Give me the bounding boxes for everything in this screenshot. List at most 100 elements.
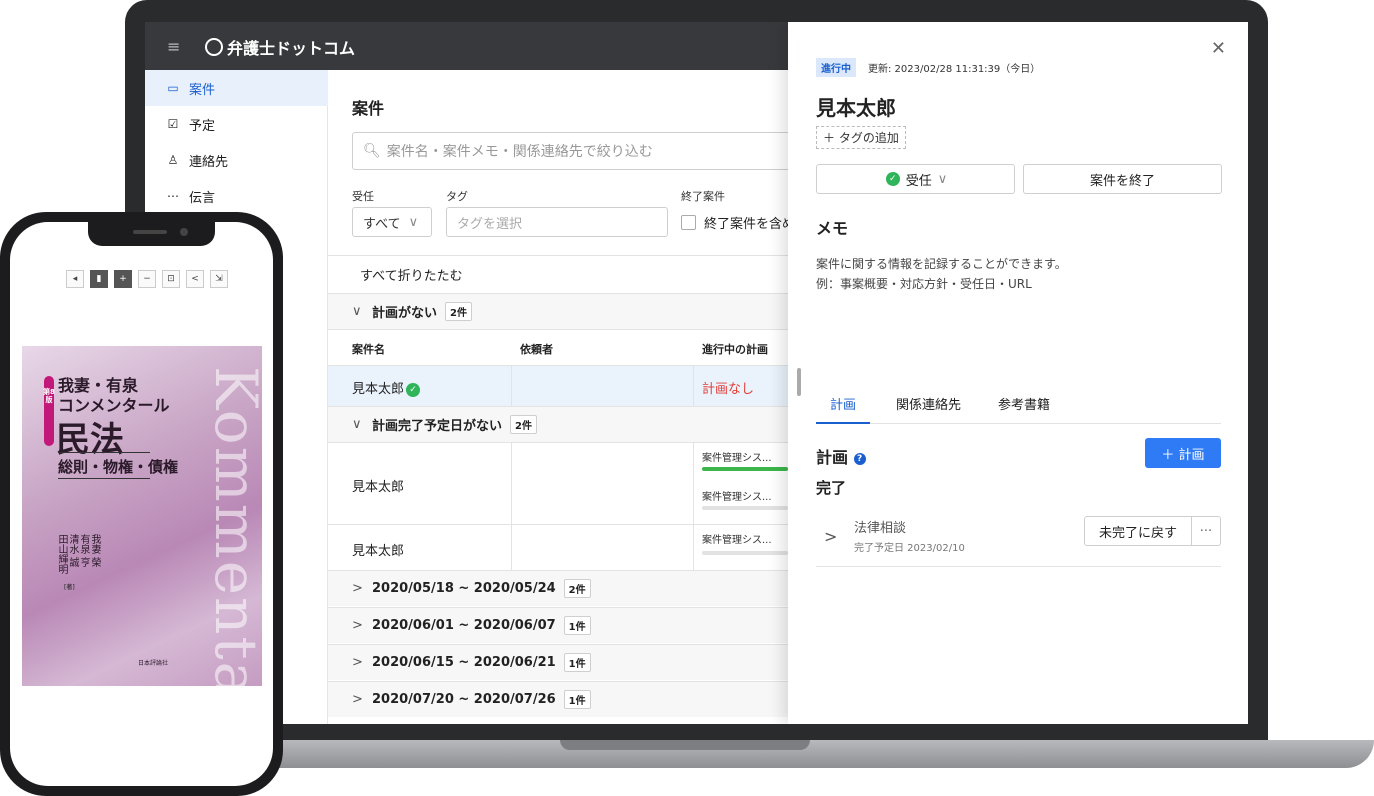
logo-mark-icon <box>205 38 223 56</box>
add-tag-button[interactable]: ＋ タグの追加 <box>816 126 906 149</box>
sidebar-item-messages[interactable]: ⋯ 伝言 <box>145 178 328 214</box>
group-title: 計画完了予定日がない <box>372 419 503 434</box>
bookmark-icon[interactable]: ⊡ <box>162 270 180 288</box>
case-name[interactable]: 見本太郎 <box>352 476 404 495</box>
logo-text: 弁護士ドットコム <box>227 39 356 58</box>
zoom-in-icon[interactable]: + <box>114 270 132 288</box>
page-back-icon[interactable]: ◂ <box>66 270 84 288</box>
plan-name[interactable]: 案件管理シス... <box>702 488 772 503</box>
revert-incomplete-button[interactable]: 未完了に戻す <box>1084 516 1192 546</box>
checkbox-label: 終了案件を含め <box>704 217 796 232</box>
export-icon[interactable]: ⇲ <box>210 270 228 288</box>
group-header-no-due-date[interactable]: ∨ 計画完了予定日がない 2件 <box>328 406 788 442</box>
help-icon[interactable]: ? <box>853 452 866 465</box>
message-icon: ⋯ <box>167 189 179 203</box>
book-spine-word: Kommentar <box>202 366 262 686</box>
sidebar-item-label: 案件 <box>189 82 216 98</box>
cell-divider <box>511 366 512 406</box>
hamburger-icon[interactable]: ≡ <box>167 37 180 56</box>
sidebar-item-label: 連絡先 <box>189 154 229 170</box>
app-logo[interactable]: 弁護士ドットコム <box>205 35 355 59</box>
phone-frame: ◂ ▮ + − ⊡ < ⇲ Kommentar 第8版 我妻・有泉 コンメンター… <box>0 212 283 796</box>
done-section-title: 完了 <box>816 479 847 497</box>
book-title-main: 民法 <box>56 420 124 460</box>
laptop-notch <box>560 740 810 750</box>
edition-label: 第8版 <box>43 388 55 404</box>
count-badge: 1件 <box>563 653 591 672</box>
sidebar-item-contacts[interactable]: ♙ 連絡先 <box>145 142 328 178</box>
resize-handle[interactable] <box>797 368 801 396</box>
tab-plans[interactable]: 計画 <box>816 394 871 424</box>
case-name[interactable]: 見本太郎 <box>352 540 404 559</box>
tag-filter-label: タグ <box>446 190 468 203</box>
case-detail-panel: ✕ 進行中 更新: 2023/02/28 11:31:39（今日） 見本太郎 ＋… <box>788 22 1248 724</box>
tab-related-contacts[interactable]: 関係連絡先 <box>882 394 975 424</box>
plan-name[interactable]: 案件管理シス... <box>702 449 772 464</box>
case-title: 見本太郎 <box>816 96 896 120</box>
plan-title: 計画 <box>816 448 849 467</box>
book-subtitle: 総則・物権・債権 <box>58 458 179 476</box>
edition-band <box>44 376 54 446</box>
add-plan-button[interactable]: ＋ 計画 <box>1145 438 1221 468</box>
speaker-grille <box>133 230 167 234</box>
count-badge: 2件 <box>445 302 472 321</box>
check-circle-icon: ✓ <box>885 172 900 186</box>
include-closed-checkbox[interactable]: 終了案件を含め <box>681 213 795 232</box>
search-input[interactable]: 🔍︎ 案件名・案件メモ・関係連絡先で絞り込む <box>352 132 812 170</box>
status-badge: 進行中 <box>816 58 856 77</box>
count-badge: 1件 <box>563 690 591 709</box>
plan-progress-bar <box>702 467 788 471</box>
group-header-week[interactable]: > 2020/06/15 ~ 2020/06/21 1件 <box>328 644 788 680</box>
table-row[interactable]: 見本太郎 案件管理シス... 案件管理シス... <box>328 442 788 524</box>
group-header-week[interactable]: > 2020/07/20 ~ 2020/07/26 1件 <box>328 681 788 717</box>
plan-item-due: 完了予定日 2023/02/10 <box>854 543 965 554</box>
case-list: 案件 🔍︎ 案件名・案件メモ・関係連絡先で絞り込む 受任 タグ 終了案件 すべて… <box>328 70 812 724</box>
chevron-right-icon: > <box>352 581 363 596</box>
book-publisher: 日本評論社 <box>138 660 169 667</box>
cell-divider <box>693 443 694 524</box>
plan-name[interactable]: 案件管理シス... <box>702 531 772 546</box>
page-title: 案件 <box>352 99 385 118</box>
chevron-right-icon: > <box>352 655 363 670</box>
group-header-week[interactable]: > 2020/06/01 ~ 2020/06/07 1件 <box>328 607 788 643</box>
plan-item[interactable]: > 法律相談 完了予定日 2023/02/10 未完了に戻す ··· <box>816 509 1221 567</box>
book-rule <box>58 452 150 453</box>
chevron-right-icon: > <box>352 692 363 707</box>
assign-select[interactable]: すべて ∨ <box>352 207 432 237</box>
end-case-button[interactable]: 案件を終了 <box>1023 164 1222 194</box>
share-icon[interactable]: < <box>186 270 204 288</box>
plan-progress-bar <box>702 551 788 555</box>
search-placeholder: 案件名・案件メモ・関係連絡先で絞り込む <box>386 144 653 160</box>
group-header-no-plan[interactable]: ∨ 計画がない 2件 <box>328 293 788 329</box>
plan-item-name: 法律相談 <box>854 521 907 536</box>
chevron-right-icon[interactable]: > <box>824 527 837 546</box>
table-row[interactable]: 見本太郎 案件管理シス... <box>328 524 788 570</box>
sidebar-item-label: 伝言 <box>189 190 216 206</box>
laptop-screen: ≡ 弁護士ドットコム ▭ 案件 ☑ 予定 ♙ 連絡先 ⋯ 伝言 案件 🔍︎ 案件… <box>145 22 1248 724</box>
collapse-all-button[interactable]: すべて折りたたむ <box>360 265 463 284</box>
close-icon[interactable]: ✕ <box>1211 38 1226 59</box>
case-name-cell[interactable]: 見本太郎 ✓ <box>352 378 421 397</box>
plan-section-title: 計画 ? <box>816 444 866 468</box>
column-header-plan: 進行中の計画 <box>702 343 768 356</box>
assign-status-dropdown[interactable]: ✓ 受任 ∨ <box>816 164 1015 194</box>
group-title: 2020/06/01 ~ 2020/06/07 <box>372 618 556 633</box>
group-header-week[interactable]: > 2020/05/18 ~ 2020/05/24 2件 <box>328 570 788 606</box>
column-header-case: 案件名 <box>352 343 385 356</box>
memo-field[interactable]: 案件に関する情報を記録することができます。 例：事案概要・対応方針・受任日・UR… <box>816 254 1067 294</box>
more-icon[interactable]: ··· <box>1191 516 1221 546</box>
count-badge: 2件 <box>510 415 537 434</box>
checkbox-box[interactable] <box>681 215 696 230</box>
chevron-right-icon: > <box>352 618 363 633</box>
book-cover[interactable]: Kommentar 第8版 我妻・有泉 コンメンタール 民法 総則・物権・債権 … <box>22 346 262 686</box>
check-circle-icon: ✓ <box>406 382 421 397</box>
page-fit-icon[interactable]: ▮ <box>90 270 108 288</box>
tab-reference-books[interactable]: 参考書籍 <box>984 394 1064 424</box>
zoom-out-icon[interactable]: − <box>138 270 156 288</box>
detail-tabs: 計画 関係連絡先 参考書籍 <box>816 394 1221 424</box>
sidebar-item-cases[interactable]: ▭ 案件 <box>145 70 328 106</box>
sidebar-item-schedule[interactable]: ☑ 予定 <box>145 106 328 142</box>
table-row[interactable]: 見本太郎 ✓ 計画なし <box>328 365 788 406</box>
phone-screen: ◂ ▮ + − ⊡ < ⇲ Kommentar 第8版 我妻・有泉 コンメンター… <box>10 222 273 786</box>
tag-select[interactable]: タグを選択 <box>446 207 668 237</box>
